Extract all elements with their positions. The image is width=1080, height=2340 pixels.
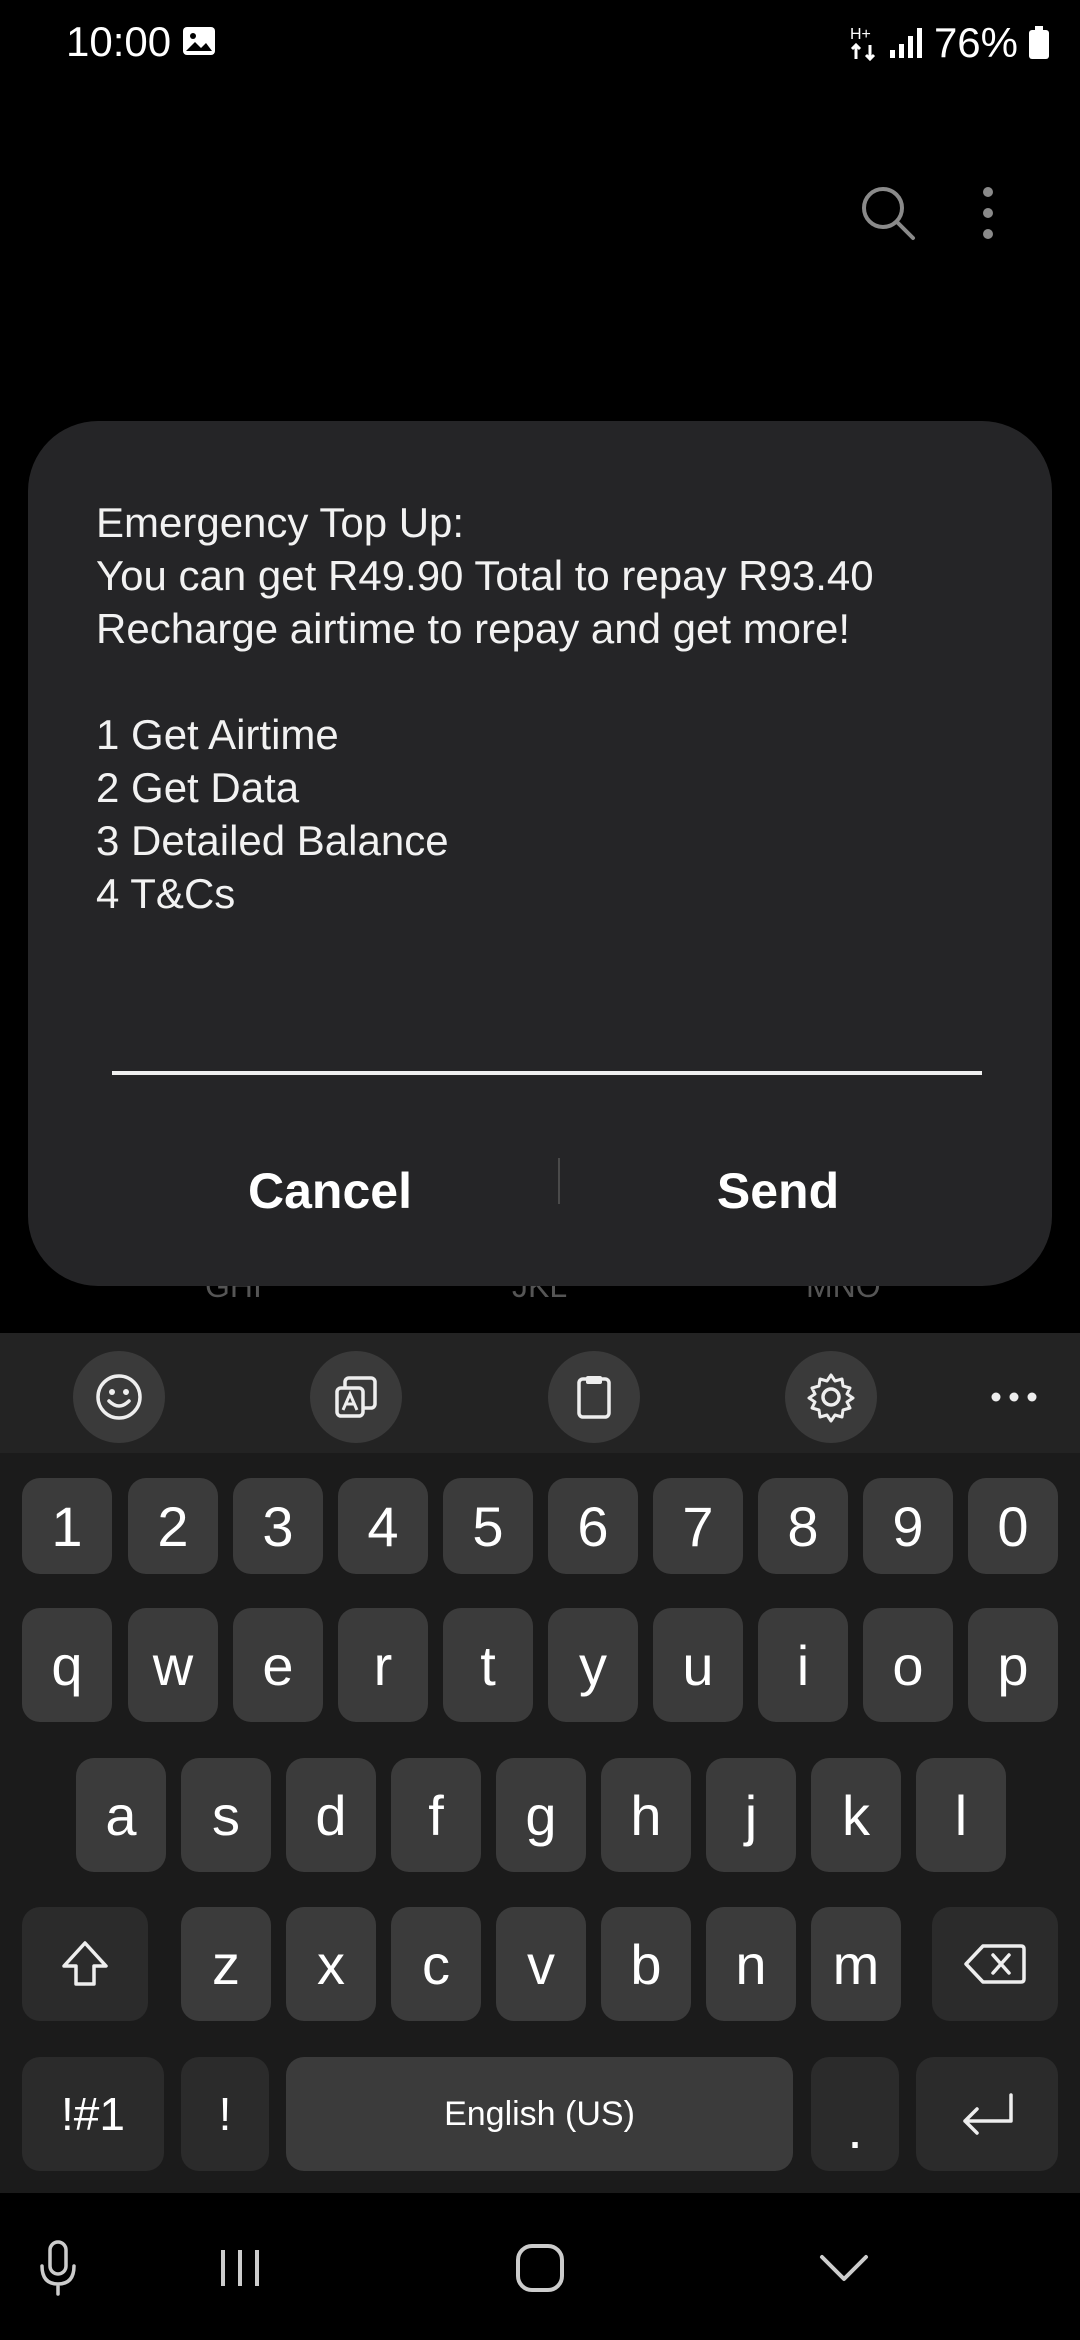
key-e[interactable]: e — [233, 1608, 323, 1722]
translate-icon[interactable] — [310, 1351, 402, 1443]
more-horiz-icon[interactable] — [968, 1351, 1060, 1443]
ussd-reply-input[interactable] — [112, 1001, 982, 1075]
key-9[interactable]: 9 — [863, 1478, 953, 1574]
signal-icon — [889, 28, 922, 58]
enter-key[interactable] — [916, 2057, 1058, 2171]
key-p[interactable]: p — [968, 1608, 1058, 1722]
key-f[interactable]: f — [391, 1758, 481, 1872]
key-8[interactable]: 8 — [758, 1478, 848, 1574]
key-1[interactable]: 1 — [22, 1478, 112, 1574]
key-4[interactable]: 4 — [338, 1478, 428, 1574]
recents-icon[interactable] — [200, 2228, 280, 2308]
key-k[interactable]: k — [811, 1758, 901, 1872]
key-v[interactable]: v — [496, 1907, 586, 2021]
key-3[interactable]: 3 — [233, 1478, 323, 1574]
ussd-message: Emergency Top Up: You can get R49.90 Tot… — [96, 499, 874, 917]
status-bar: 10:00 H+ 76% — [0, 0, 1080, 90]
keyboard: 1 2 3 4 5 6 7 8 9 0 q w e r t y u i o p … — [0, 1333, 1080, 2193]
symbols-key[interactable]: !#1 — [22, 2057, 164, 2171]
battery-percent: 76% — [933, 19, 1018, 66]
key-g[interactable]: g — [496, 1758, 586, 1872]
hide-keyboard-icon[interactable] — [804, 2228, 884, 2308]
key-y[interactable]: y — [548, 1608, 638, 1722]
key-s[interactable]: s — [181, 1758, 271, 1872]
key-r[interactable]: r — [338, 1608, 428, 1722]
key-d[interactable]: d — [286, 1758, 376, 1872]
space-key[interactable]: English (US) — [286, 2057, 793, 2171]
keyboard-toolbar — [0, 1333, 1080, 1453]
backspace-key[interactable] — [932, 1907, 1058, 2021]
key-n[interactable]: n — [706, 1907, 796, 2021]
key-h[interactable]: h — [601, 1758, 691, 1872]
shift-key[interactable] — [22, 1907, 148, 2021]
gallery-icon — [183, 27, 215, 55]
button-divider — [558, 1158, 560, 1204]
cancel-button[interactable]: Cancel — [120, 1141, 540, 1241]
status-time: 10:00 — [66, 18, 172, 65]
key-w[interactable]: w — [128, 1608, 218, 1722]
key-o[interactable]: o — [863, 1608, 953, 1722]
key-l[interactable]: l — [916, 1758, 1006, 1872]
search-icon[interactable] — [858, 183, 918, 243]
key-j[interactable]: j — [706, 1758, 796, 1872]
backspace-icon — [964, 1944, 1026, 1984]
more-vert-icon[interactable] — [966, 183, 1010, 243]
network-type-label: H+ — [850, 26, 871, 43]
battery-icon — [1029, 26, 1049, 59]
data-arrows-icon: H+ — [850, 26, 875, 62]
key-2[interactable]: 2 — [128, 1478, 218, 1574]
key-x[interactable]: x — [286, 1907, 376, 2021]
key-b[interactable]: b — [601, 1907, 691, 2021]
enter-icon — [963, 2093, 1013, 2135]
key-6[interactable]: 6 — [548, 1478, 638, 1574]
key-u[interactable]: u — [653, 1608, 743, 1722]
key-a[interactable]: a — [76, 1758, 166, 1872]
clipboard-icon[interactable] — [548, 1351, 640, 1443]
mic-icon[interactable] — [18, 2228, 98, 2308]
key-i[interactable]: i — [758, 1608, 848, 1722]
ussd-dialog: Emergency Top Up: You can get R49.90 Tot… — [28, 421, 1052, 1286]
navigation-bar — [0, 2193, 1080, 2340]
key-t[interactable]: t — [443, 1608, 533, 1722]
send-button[interactable]: Send — [568, 1141, 988, 1241]
key-7[interactable]: 7 — [653, 1478, 743, 1574]
exclaim-key[interactable]: ! — [181, 2057, 269, 2171]
key-0[interactable]: 0 — [968, 1478, 1058, 1574]
key-5[interactable]: 5 — [443, 1478, 533, 1574]
home-icon[interactable] — [500, 2228, 580, 2308]
key-z[interactable]: z — [181, 1907, 271, 2021]
key-m[interactable]: m — [811, 1907, 901, 2021]
shift-icon — [62, 1941, 108, 1986]
settings-icon[interactable] — [785, 1351, 877, 1443]
status-right: H+ 76% — [850, 18, 1050, 68]
key-c[interactable]: c — [391, 1907, 481, 2021]
period-key[interactable]: . — [811, 2057, 899, 2171]
emoji-icon[interactable] — [73, 1351, 165, 1443]
key-q[interactable]: q — [22, 1608, 112, 1722]
